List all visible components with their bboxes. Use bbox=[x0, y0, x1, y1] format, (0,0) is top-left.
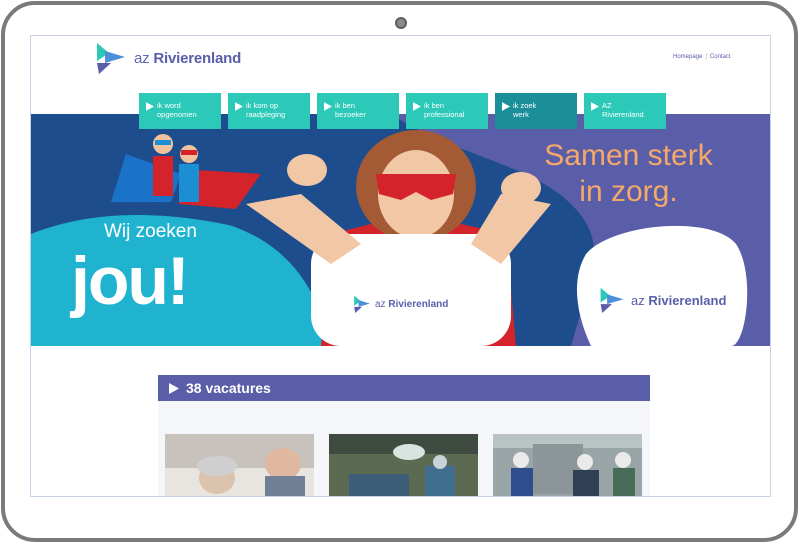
camera-icon bbox=[395, 17, 407, 29]
nav-item-opgenomen[interactable]: ik word opgenomen bbox=[139, 93, 221, 129]
hero-big-text: jou! bbox=[71, 243, 190, 319]
logo-text: az Rivierenland bbox=[134, 49, 242, 67]
logo-mark-icon bbox=[97, 43, 125, 74]
shirt-logo: az Rivierenland bbox=[353, 294, 448, 314]
nav-item-werk[interactable]: ik zoek werk bbox=[495, 93, 577, 129]
hero-logo: az Rivierenland bbox=[599, 286, 726, 314]
nurse-patient-photo bbox=[165, 434, 314, 496]
top-links: Homepage | Contact bbox=[673, 54, 731, 60]
vacancies-count: 38 vacatures bbox=[186, 380, 271, 396]
kids-illustration bbox=[111, 134, 261, 209]
vacancy-card-image[interactable] bbox=[165, 434, 314, 496]
contact-link[interactable]: Contact bbox=[710, 54, 731, 60]
vacancy-card-image[interactable] bbox=[493, 434, 642, 496]
logo-mark-icon bbox=[354, 295, 370, 313]
play-icon bbox=[413, 102, 421, 111]
main-nav: ik word opgenomen ik kom op raadpleging ik… bbox=[139, 93, 666, 129]
hero-banner: Wij zoeken jou! Samen sterk in zorg. az … bbox=[31, 114, 770, 346]
play-icon bbox=[169, 382, 179, 394]
vacancies-list bbox=[158, 401, 650, 496]
play-icon bbox=[502, 102, 510, 111]
play-icon bbox=[235, 102, 243, 111]
nav-item-bezoeker[interactable]: ik ben bezoeker bbox=[317, 93, 399, 129]
vacancy-card-image[interactable] bbox=[329, 434, 478, 496]
play-icon bbox=[324, 102, 332, 111]
play-icon bbox=[591, 102, 599, 111]
browser-screen: az Rivierenland Homepage | Contact Wij z… bbox=[30, 35, 771, 497]
kitchen-staff-photo bbox=[493, 434, 642, 496]
play-icon bbox=[146, 102, 154, 111]
hero-small-text: Wij zoeken bbox=[104, 221, 197, 242]
nav-item-az-rivierenland[interactable]: AZ Rivierenland bbox=[584, 93, 666, 129]
operating-room-photo bbox=[329, 434, 478, 496]
homepage-link[interactable]: Homepage bbox=[673, 54, 702, 60]
site-logo[interactable]: az Rivierenland bbox=[95, 41, 255, 75]
logo-mark-icon bbox=[600, 287, 624, 313]
vacancies-header[interactable]: 38 vacatures bbox=[158, 375, 650, 401]
nav-item-raadpleging[interactable]: ik kom op raadpleging bbox=[228, 93, 310, 129]
hero-slogan: Samen sterk in zorg. bbox=[544, 139, 713, 208]
nav-item-professional[interactable]: ik ben professional bbox=[406, 93, 488, 129]
link-separator: | bbox=[705, 54, 707, 60]
